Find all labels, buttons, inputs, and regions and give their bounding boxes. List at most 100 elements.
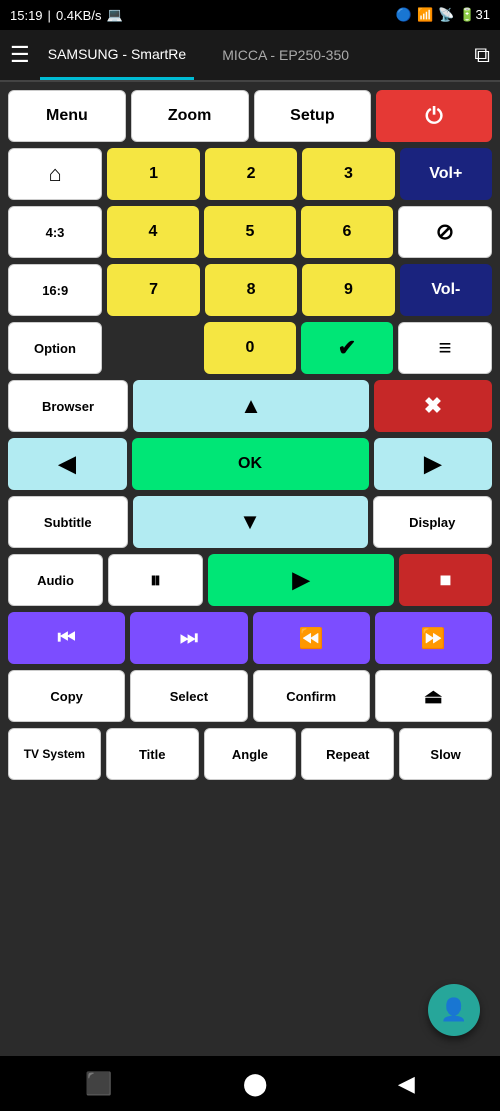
home-icon: ⌂: [49, 161, 62, 187]
row-8: Subtitle ▼ Display: [8, 496, 492, 548]
row-7: ◀ OK ▶: [8, 438, 492, 490]
right-arrow-icon: ▶: [424, 451, 441, 477]
angle-button[interactable]: Angle: [204, 728, 297, 780]
nav-back-icon[interactable]: ◀: [398, 1071, 415, 1097]
num-7-button[interactable]: 7: [107, 264, 199, 316]
left-arrow-icon: ◀: [59, 451, 76, 477]
eject-button[interactable]: ⏏: [375, 670, 492, 722]
play-icon: ▶: [293, 567, 310, 593]
fast-forward-icon: ⏩: [421, 626, 446, 651]
check-button[interactable]: ✔: [301, 322, 393, 374]
display-button[interactable]: Display: [373, 496, 493, 548]
title-button[interactable]: Title: [106, 728, 199, 780]
top-bar: ☰ SAMSUNG - SmartRe MICCA - EP250-350 ⧉: [0, 30, 500, 82]
time: 15:19: [10, 8, 43, 23]
row-9: Audio ⏸ ▶ ⏹: [8, 554, 492, 606]
option-button[interactable]: Option: [8, 322, 102, 374]
subtitle-button[interactable]: Subtitle: [8, 496, 128, 548]
zoom-button[interactable]: Zoom: [131, 90, 249, 142]
fast-forward-button[interactable]: ⏩: [375, 612, 492, 664]
power-icon: ⏻: [425, 103, 442, 129]
ratio-43-button[interactable]: 4:3: [8, 206, 102, 258]
row-10: ⏮ ⏭ ⏪ ⏩: [8, 612, 492, 664]
browser-button[interactable]: Browser: [8, 380, 128, 432]
row-12: TV System Title Angle Repeat Slow: [8, 728, 492, 780]
num-5-button[interactable]: 5: [204, 206, 296, 258]
skip-prev-icon: ⏮: [58, 627, 76, 650]
data-speed: |: [48, 8, 51, 23]
menu-list-icon: ≡: [439, 335, 452, 361]
vol-minus-button[interactable]: Vol-: [400, 264, 492, 316]
status-left: 15:19 | 0.4KB/s 💻: [10, 7, 123, 23]
num-8-button[interactable]: 8: [205, 264, 297, 316]
hamburger-icon[interactable]: ☰: [10, 42, 30, 68]
slow-button[interactable]: Slow: [399, 728, 492, 780]
person-icon: 👤: [440, 997, 467, 1023]
rewind-button[interactable]: ⏪: [253, 612, 370, 664]
down-arrow-icon: ▼: [239, 509, 261, 535]
battery-icon: 🔋31: [459, 7, 490, 23]
row-5: Option 0 ✔ ≡: [8, 322, 492, 374]
stop-icon: ⏹: [440, 567, 451, 593]
num-9-button[interactable]: 9: [302, 264, 394, 316]
copy-screen-icon[interactable]: ⧉: [474, 42, 490, 68]
home-button[interactable]: ⌂: [8, 148, 102, 200]
num-0-button[interactable]: 0: [204, 322, 296, 374]
check-icon: ✔: [338, 335, 356, 361]
row-1: Menu Zoom Setup ⏻: [8, 90, 492, 142]
tv-system-button[interactable]: TV System: [8, 728, 101, 780]
setup-button[interactable]: Setup: [254, 90, 372, 142]
up-button[interactable]: ▲: [133, 380, 369, 432]
row-4: 16:9 7 8 9 Vol-: [8, 264, 492, 316]
audio-button[interactable]: Audio: [8, 554, 103, 606]
menu-list-button[interactable]: ≡: [398, 322, 492, 374]
left-button[interactable]: ◀: [8, 438, 127, 490]
status-bar: 15:19 | 0.4KB/s 💻 🔵 📶 📡 🔋31: [0, 0, 500, 30]
signal-icon: 📶: [417, 7, 433, 23]
status-right: 🔵 📶 📡 🔋31: [396, 7, 490, 23]
fab-button[interactable]: 👤: [428, 984, 480, 1036]
remote-control: Menu Zoom Setup ⏻ ⌂ 1 2 3 Vol+ 4:3 4 5 6…: [0, 82, 500, 1056]
ratio-169-button[interactable]: 16:9: [8, 264, 102, 316]
tab-samsung[interactable]: SAMSUNG - SmartRe: [40, 30, 194, 80]
close-button[interactable]: ✖: [374, 380, 492, 432]
nav-home-icon[interactable]: ⬤: [243, 1071, 268, 1097]
right-button[interactable]: ▶: [374, 438, 493, 490]
ban-icon: ⊘: [436, 219, 454, 245]
pause-icon: ⏸: [150, 567, 161, 593]
skip-next-button[interactable]: ⏭: [130, 612, 247, 664]
data-usage: 0.4KB/s: [56, 8, 102, 23]
eject-icon: ⏏: [424, 684, 443, 709]
num-3-button[interactable]: 3: [302, 148, 394, 200]
play-button[interactable]: ▶: [208, 554, 394, 606]
num-4-button[interactable]: 4: [107, 206, 199, 258]
ok-button[interactable]: OK: [132, 438, 369, 490]
pause-button[interactable]: ⏸: [108, 554, 203, 606]
power-button[interactable]: ⏻: [376, 90, 492, 142]
num-1-button[interactable]: 1: [107, 148, 199, 200]
wifi-icon: 📡: [438, 7, 454, 23]
bluetooth-icon: 🔵: [396, 7, 412, 23]
row-11: Copy Select Confirm ⏏: [8, 670, 492, 722]
laptop-icon: 💻: [106, 7, 122, 23]
menu-button[interactable]: Menu: [8, 90, 126, 142]
down-button[interactable]: ▼: [133, 496, 368, 548]
skip-next-icon: ⏭: [180, 627, 198, 650]
skip-prev-button[interactable]: ⏮: [8, 612, 125, 664]
vol-plus-button[interactable]: Vol+: [400, 148, 492, 200]
mute-button[interactable]: ⊘: [398, 206, 492, 258]
num-2-button[interactable]: 2: [205, 148, 297, 200]
rewind-icon: ⏪: [299, 626, 324, 651]
num-6-button[interactable]: 6: [301, 206, 393, 258]
nav-square-icon[interactable]: ⬛: [85, 1071, 112, 1097]
select-button[interactable]: Select: [130, 670, 247, 722]
copy-button[interactable]: Copy: [8, 670, 125, 722]
row-6: Browser ▲ ✖: [8, 380, 492, 432]
row-3: 4:3 4 5 6 ⊘: [8, 206, 492, 258]
confirm-button[interactable]: Confirm: [253, 670, 370, 722]
repeat-button[interactable]: Repeat: [301, 728, 394, 780]
nav-bar: ⬛ ⬤ ◀: [0, 1056, 500, 1111]
stop-button[interactable]: ⏹: [399, 554, 492, 606]
tab-micca[interactable]: MICCA - EP250-350: [214, 30, 357, 80]
row-2: ⌂ 1 2 3 Vol+: [8, 148, 492, 200]
